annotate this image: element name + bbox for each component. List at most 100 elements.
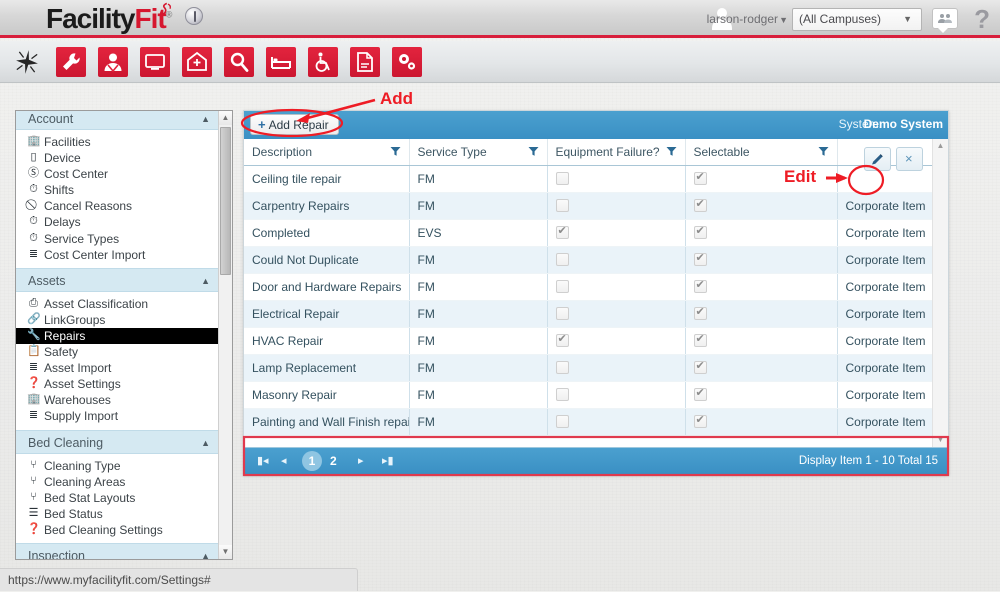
delete-row-button[interactable]: × — [896, 147, 923, 171]
column-header-equipment-failure[interactable]: Equipment Failure? — [547, 139, 686, 166]
sidebar-item-bed-status[interactable]: ☰ Bed Status — [16, 506, 220, 522]
sidebar-item-cost-center[interactable]: Ⓢ Cost Center — [16, 166, 220, 182]
filter-icon[interactable] — [666, 146, 677, 157]
column-header-selectable[interactable]: Selectable — [685, 139, 838, 166]
magnifier-icon[interactable] — [224, 47, 254, 77]
chevron-up-icon[interactable]: ▲ — [201, 269, 210, 293]
pager-next-button[interactable]: ▸ — [358, 454, 364, 467]
selectable-checkbox[interactable] — [693, 197, 707, 212]
chevron-down-icon[interactable]: ▼ — [779, 15, 788, 25]
sidebar-item-supply-import[interactable]: ≣ Supply Import — [16, 408, 220, 424]
chevron-up-icon[interactable]: ▲ — [201, 431, 210, 455]
add-repair-button[interactable]: + Add Repair — [250, 114, 339, 135]
selectable-checkbox[interactable] — [693, 359, 707, 374]
selectable-checkbox[interactable] — [693, 224, 707, 239]
table-row[interactable]: Masonry RepairFM Corporate Item — [244, 381, 932, 409]
table-row[interactable]: Painting and Wall Finish repairsFM Corpor… — [244, 408, 932, 436]
pager-last-button[interactable]: ▸▮ — [382, 454, 394, 467]
sidebar-item-warehouses[interactable]: 🏢 Warehouses — [16, 392, 220, 408]
wrench-icon[interactable] — [56, 47, 86, 77]
settings-sidebar[interactable]: Account ▲ 🏢 Facilities ▯ Device Ⓢ Cost Center ⏱ S… — [15, 110, 233, 560]
column-header-description[interactable]: Description — [244, 139, 410, 166]
equipment-failure-checkbox[interactable] — [555, 171, 569, 185]
sidebar-item-repairs[interactable]: 🔧 Repairs — [16, 327, 220, 345]
pager-prev-button[interactable]: ◂ — [281, 454, 287, 467]
document-icon[interactable] — [350, 47, 380, 77]
person-support-icon[interactable] — [98, 47, 128, 77]
sidebar-group-bed-cleaning[interactable]: Bed Cleaning ▲ — [16, 429, 220, 455]
selectable-checkbox[interactable] — [693, 305, 707, 320]
chevron-up-icon[interactable]: ▲ — [201, 111, 210, 131]
sidebar-item-safety[interactable]: 📋 Safety — [16, 344, 220, 360]
selectable-checkbox[interactable] — [693, 332, 707, 347]
sidebar-group-assets[interactable]: Assets ▲ — [16, 267, 220, 293]
grid-scrollbar[interactable]: ▲ ▼ — [932, 139, 948, 447]
chat-icon[interactable] — [932, 8, 958, 33]
chevron-up-icon[interactable]: ▲ — [201, 544, 210, 559]
table-row[interactable]: Could Not DuplicateFM Corporate Item — [244, 246, 932, 274]
monitor-icon[interactable] — [140, 47, 170, 77]
hospital-home-icon[interactable] — [182, 47, 212, 77]
table-row[interactable]: CompletedEVS Corporate Item — [244, 219, 932, 247]
sidebar-item-bed-stat-layouts[interactable]: ⑂ Bed Stat Layouts — [16, 490, 220, 506]
bed-icon[interactable] — [266, 47, 296, 77]
sidebar-item-asset-import[interactable]: ≣ Asset Import — [16, 360, 220, 376]
sidebar-item-asset-classification[interactable]: ⎙ Asset Classification — [16, 296, 220, 312]
user-name-label[interactable]: larson-rodger — [707, 12, 778, 26]
scroll-up-icon[interactable]: ▲ — [219, 111, 232, 125]
table-row[interactable]: Door and Hardware RepairsFM Corporate Ite… — [244, 273, 932, 301]
equipment-failure-checkbox[interactable] — [555, 414, 569, 428]
sidebar-item-cleaning-type[interactable]: ⑂ Cleaning Type — [16, 458, 220, 474]
filter-icon[interactable] — [528, 146, 539, 157]
sidebar-item-cancel-reasons[interactable]: ⃠ Cancel Reasons — [16, 198, 220, 214]
edit-row-button[interactable] — [864, 147, 891, 171]
sidebar-group-inspection[interactable]: Inspection ▲ — [16, 542, 220, 559]
sidebar-item-bed-cleaning-settings[interactable]: ❓ Bed Cleaning Settings — [16, 522, 220, 538]
selectable-checkbox[interactable] — [693, 386, 707, 401]
info-icon[interactable] — [185, 7, 203, 25]
table-row[interactable]: Lamp ReplacementFM Corporate Item — [244, 354, 932, 382]
scroll-up-icon[interactable]: ▲ — [933, 139, 948, 153]
filter-icon[interactable] — [818, 146, 829, 157]
wheelchair-icon[interactable] — [308, 47, 338, 77]
equipment-failure-checkbox[interactable] — [555, 198, 569, 212]
sidebar-scrollbar[interactable]: ▲ ▼ — [218, 111, 232, 559]
filter-icon[interactable] — [390, 146, 401, 157]
table-row[interactable]: Ceiling tile repair FM — [244, 165, 932, 193]
equipment-failure-checkbox[interactable] — [555, 224, 569, 239]
equipment-failure-checkbox[interactable] — [555, 360, 569, 374]
scroll-down-icon[interactable]: ▼ — [933, 433, 948, 447]
sidebar-item-cost-center-import[interactable]: ≣ Cost Center Import — [16, 247, 220, 263]
sidebar-item-device[interactable]: ▯ Device — [16, 150, 220, 166]
equipment-failure-checkbox[interactable] — [555, 332, 569, 347]
selectable-checkbox[interactable] — [693, 251, 707, 266]
pager-page-2[interactable]: 2 — [330, 454, 337, 468]
sparkle-star-icon[interactable] — [12, 47, 41, 76]
equipment-failure-checkbox[interactable] — [555, 387, 569, 401]
sidebar-item-linkgroups[interactable]: 🔗 LinkGroups — [16, 312, 220, 328]
pager-first-button[interactable]: ▮◂ — [257, 454, 269, 467]
scroll-down-icon[interactable]: ▼ — [219, 545, 232, 559]
table-row[interactable]: Carpentry RepairsFM Corporate Item — [244, 192, 932, 220]
selectable-checkbox[interactable] — [693, 413, 707, 428]
pager-page-1[interactable]: 1 — [302, 451, 322, 471]
scrollbar-thumb[interactable] — [220, 127, 231, 275]
selectable-checkbox[interactable] — [693, 278, 707, 293]
sidebar-group-account[interactable]: Account ▲ — [16, 111, 220, 131]
table-row[interactable]: Electrical RepairFM Corporate Item — [244, 300, 932, 328]
sidebar-item-asset-settings[interactable]: ❓ Asset Settings — [16, 376, 220, 392]
equipment-failure-checkbox[interactable] — [555, 252, 569, 266]
sidebar-item-cleaning-areas[interactable]: ⑂ Cleaning Areas — [16, 474, 220, 490]
equipment-failure-checkbox[interactable] — [555, 306, 569, 320]
sidebar-item-delays[interactable]: ⏱ Delays — [16, 214, 220, 230]
table-row[interactable]: HVAC RepairFM Corporate Item — [244, 327, 932, 355]
sidebar-item-shifts[interactable]: ⏱ Shifts — [16, 182, 220, 198]
column-header-service-type[interactable]: Service Type — [409, 139, 548, 166]
help-icon[interactable]: ? — [974, 4, 990, 35]
chevron-down-icon[interactable]: ▼ — [903, 14, 912, 24]
sidebar-item-service-types[interactable]: ⏱ Service Types — [16, 231, 220, 247]
sidebar-item-facilities[interactable]: 🏢 Facilities — [16, 134, 220, 150]
equipment-failure-checkbox[interactable] — [555, 279, 569, 293]
selectable-checkbox[interactable] — [693, 170, 707, 185]
gears-icon[interactable] — [392, 47, 422, 77]
